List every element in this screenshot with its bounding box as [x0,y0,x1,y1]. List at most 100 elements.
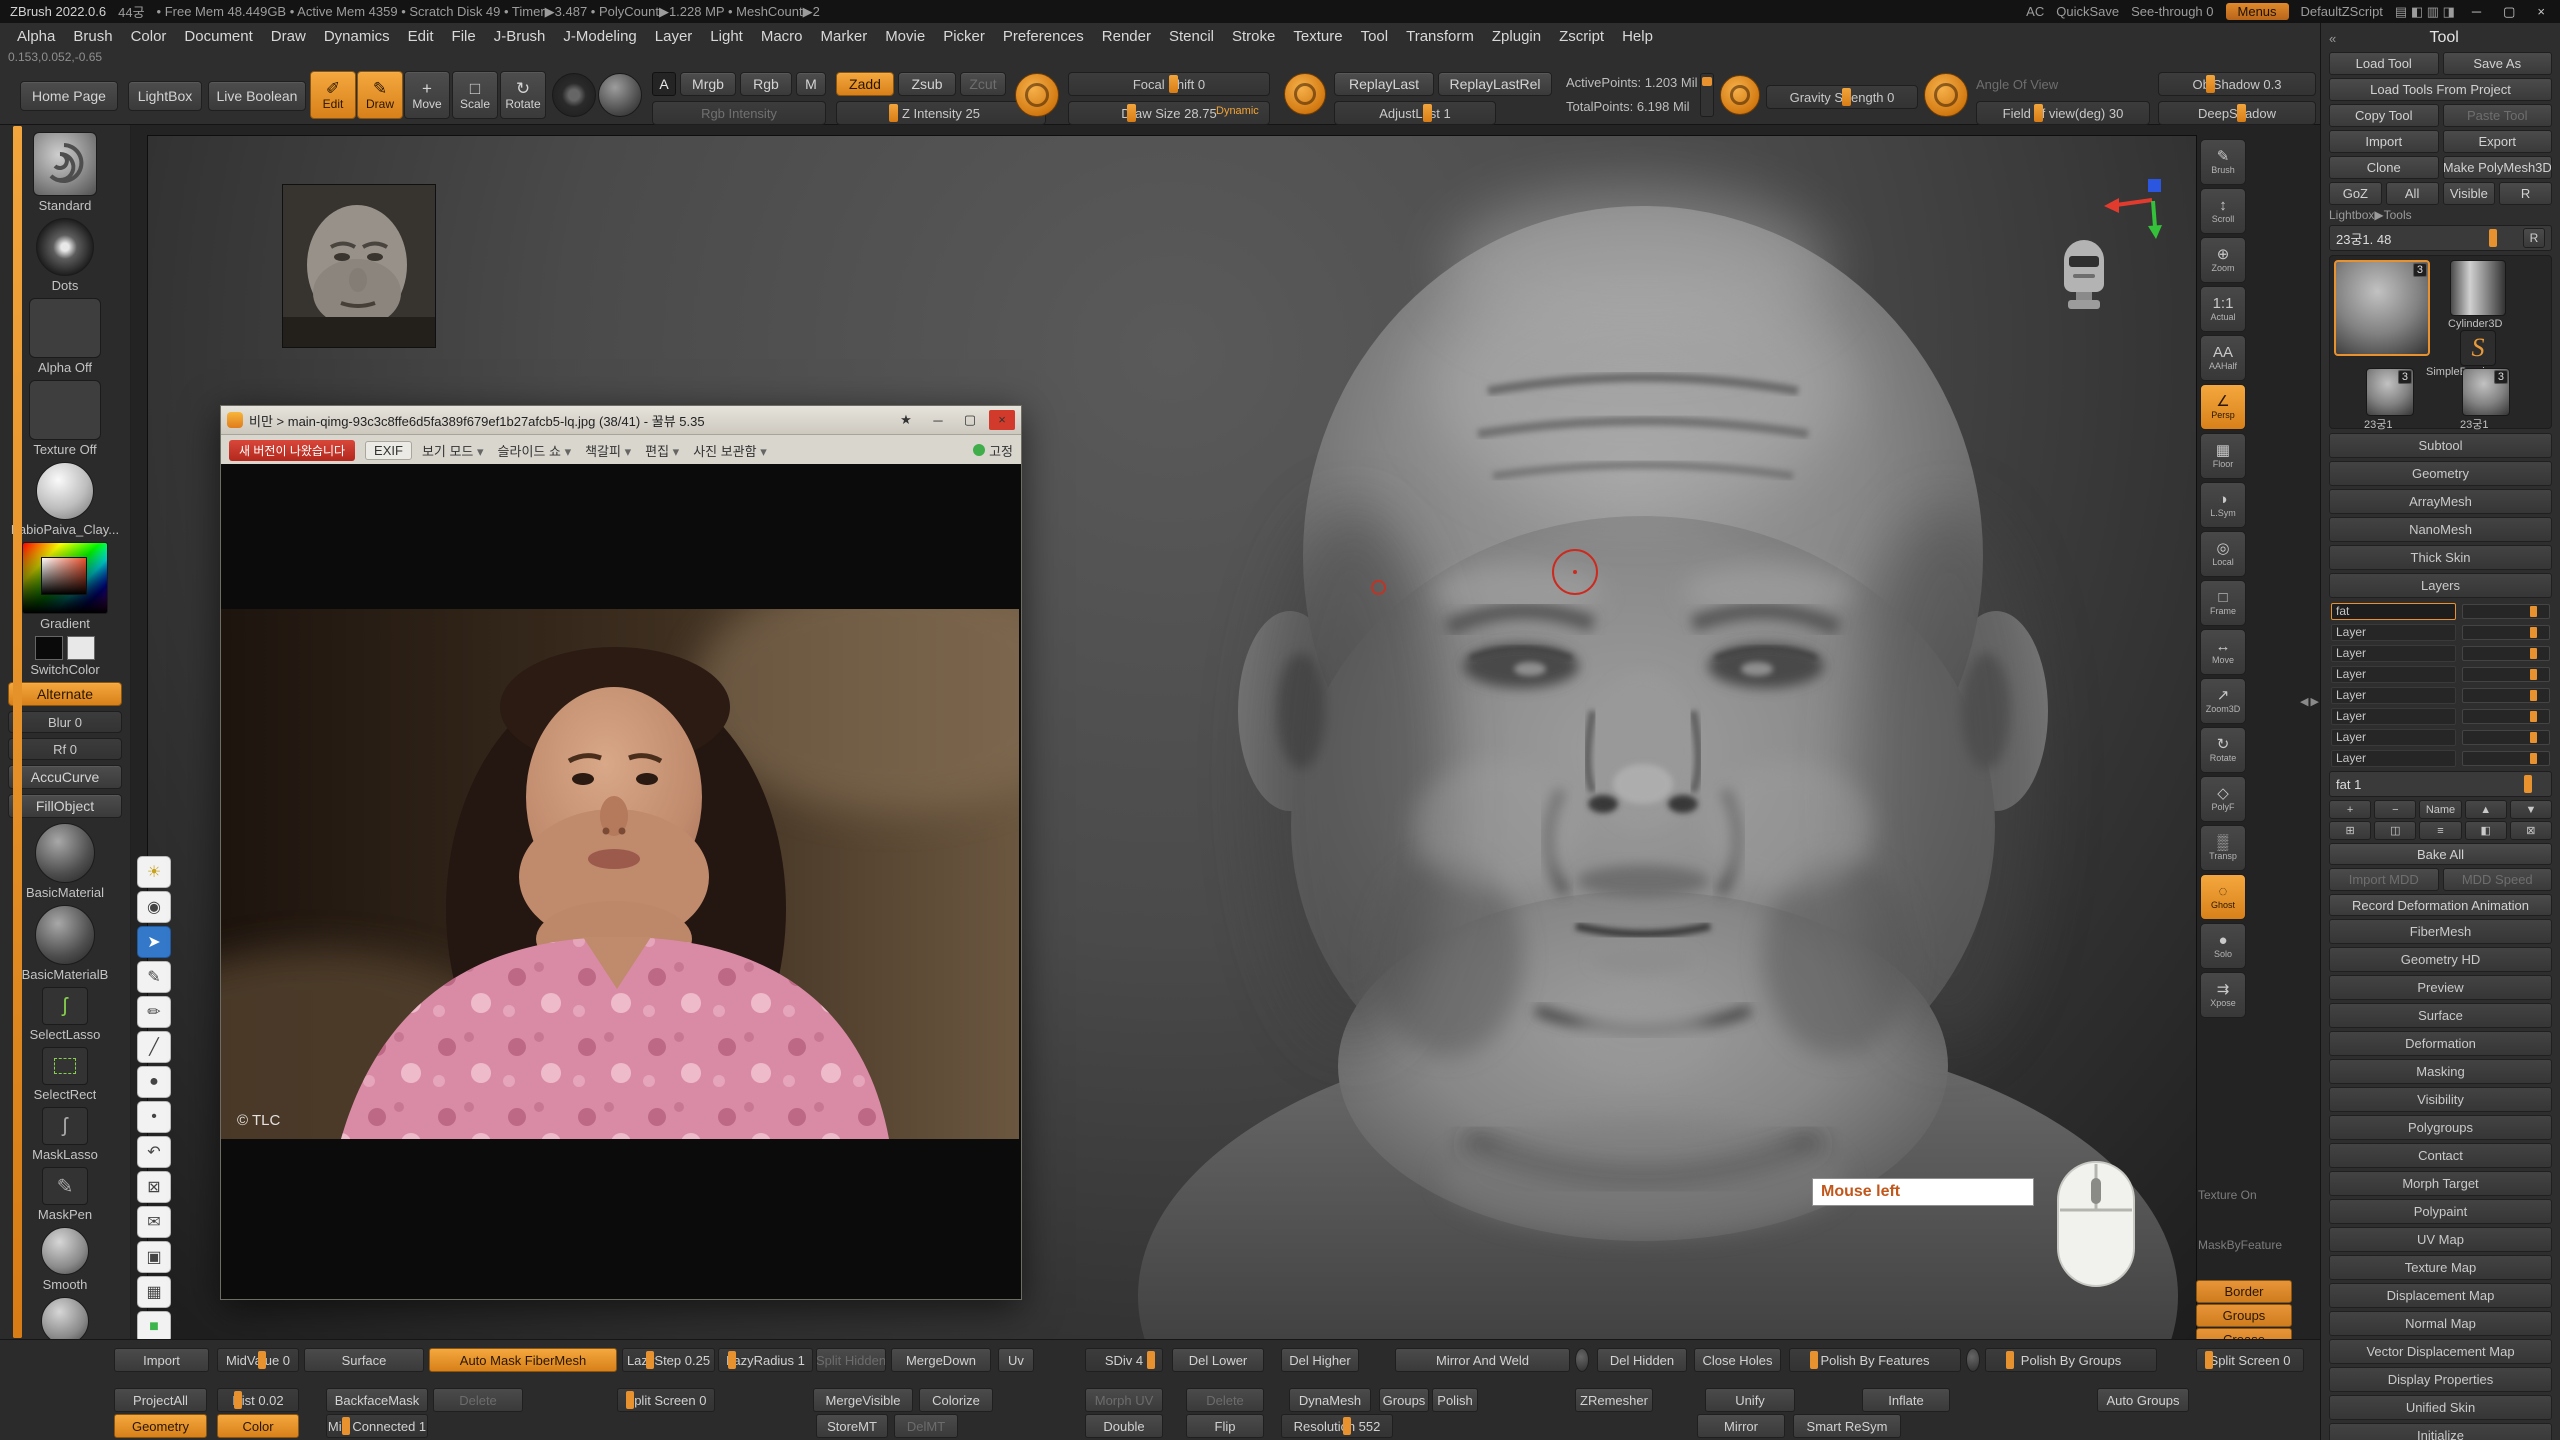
layer-intensity-slider[interactable] [2462,646,2550,661]
section-vector-displacement-map[interactable]: Vector Displacement Map [2329,1339,2552,1364]
polyf-shelf-button[interactable]: ◇PolyF [2200,776,2246,822]
highlighter-icon[interactable]: ✏ [137,996,171,1028]
zoom-shelf-button[interactable]: ⊕Zoom [2200,237,2246,283]
zadd-sculpt-button[interactable]: Zadd [836,72,894,96]
midvalue-0-slider[interactable]: MidValue 0 [217,1348,299,1372]
frame-shelf-button[interactable]: □Frame [2200,580,2246,626]
tool-thumb-cylinder3d[interactable] [2450,260,2506,316]
menu-texture[interactable]: Texture [1284,28,1351,45]
mask-pen-icon[interactable]: ✎ [42,1167,88,1205]
rf-0-slider[interactable]: Rf 0 [8,738,122,760]
default-zscript-button[interactable]: DefaultZScript [2301,4,2383,19]
ghost-shelf-button[interactable]: ◌Ghost [2200,874,2246,920]
menu-transform[interactable]: Transform [1397,28,1483,45]
layer-up-button[interactable]: ▲ [2465,800,2507,819]
adjust-last-slider[interactable]: AdjustLast 1 [1334,101,1496,125]
section-display-properties[interactable]: Display Properties [2329,1367,2552,1392]
menu-stroke[interactable]: Stroke [1223,28,1284,45]
section-unified-skin[interactable]: Unified Skin [2329,1395,2552,1420]
sdiv-4-slider[interactable]: SDiv 4 [1085,1348,1163,1372]
polish-by-features-slider[interactable]: Polish By Features [1789,1348,1961,1372]
maximize-button[interactable]: ▢ [2498,4,2520,20]
section-nanomesh[interactable]: NanoMesh [2329,517,2552,542]
layer-row-6[interactable]: Layer [2329,727,2552,747]
tool-thumb-23궁1[interactable]: 3 [2334,260,2430,356]
basicmaterial-material-thumb[interactable] [35,823,95,883]
menu-j-modeling[interactable]: J-Modeling [554,28,645,45]
brush-cursor[interactable] [1552,549,1598,595]
pen-icon[interactable]: ✎ [137,961,171,993]
delete-layer-button[interactable]: − [2374,800,2416,819]
section-masking[interactable]: Masking [2329,1059,2552,1084]
section-geometry[interactable]: Geometry [2329,461,2552,486]
geometry-button[interactable]: Geometry [114,1414,207,1438]
mergedown-button[interactable]: MergeDown [891,1348,991,1372]
duplicate-layer-button[interactable]: ⊞ [2329,821,2371,840]
section-fibermesh[interactable]: FiberMesh [2329,919,2552,944]
scale-mode-button[interactable]: □Scale [452,71,498,119]
copy-tool-button[interactable]: Copy Tool [2329,104,2439,127]
grid-icon[interactable]: ▦ [137,1276,171,1308]
zremesher-button[interactable]: ZRemesher [1575,1388,1653,1412]
r-button[interactable]: R [2499,182,2552,205]
morph-uv-button[interactable]: Morph UV [1085,1388,1163,1412]
layer-row-2[interactable]: Layer [2329,643,2552,663]
deep-shadow-slider[interactable]: DeepShadow [2158,101,2316,125]
image-viewer-window[interactable]: 비만 > main-qimg-93c3c8ffe6d5fa389f679ef1b… [220,405,1022,1300]
layer-row-5[interactable]: Layer [2329,706,2552,726]
close-button[interactable]: × [2532,4,2550,19]
layer-intensity-slider[interactable] [2462,667,2550,682]
switch-color-swatches[interactable] [35,636,95,660]
layer-row-4[interactable]: Layer [2329,685,2552,705]
resolution-552-slider[interactable]: Resolution 552 [1281,1414,1393,1438]
menu-light[interactable]: Light [701,28,752,45]
menu-zplugin[interactable]: Zplugin [1483,28,1550,45]
viewer-update-button[interactable]: 새 버전이 나왔습니다 [229,440,355,461]
alpha-preview-icon[interactable] [598,73,642,117]
load-tool-button[interactable]: Load Tool [2329,52,2439,75]
alternate-button[interactable]: Alternate [8,682,122,706]
texture-off-thumb[interactable] [29,380,101,440]
backfacemask-button[interactable]: BackfaceMask [326,1388,428,1412]
clear-layer-button[interactable]: ⊠ [2510,821,2552,840]
goz-button[interactable]: GoZ [2329,182,2382,205]
accucurve-button[interactable]: AccuCurve [8,765,122,789]
select-rect-icon[interactable] [42,1047,88,1085]
shape-icon[interactable]: ● [137,1066,171,1098]
points-vslider[interactable] [1700,73,1714,117]
delete-button[interactable]: Delete [433,1388,523,1412]
make-polymesh3d-button[interactable]: Make PolyMesh3D [2443,156,2553,179]
dist-0-02-slider[interactable]: Dist 0.02 [217,1388,299,1412]
cursor-icon[interactable]: ➤ [137,926,171,958]
solo-shelf-button[interactable]: ●Solo [2200,923,2246,969]
layer-intensity-slider[interactable] [2462,604,2550,619]
z-intensity-slider[interactable]: Z Intensity 25 [836,101,1046,125]
focal-shift-slider[interactable]: Focal Shift 0 [1068,72,1270,96]
actual-shelf-button[interactable]: 1:1Actual [2200,286,2246,332]
lazyradius-1-slider[interactable]: LazyRadius 1 [718,1348,813,1372]
merge-layer-button[interactable]: ≡ [2419,821,2461,840]
color-button[interactable]: Color [217,1414,299,1438]
menu-preferences[interactable]: Preferences [994,28,1093,45]
section-surface[interactable]: Surface [2329,1003,2552,1028]
mask-lasso-icon[interactable]: ʃ [42,1107,88,1145]
section-subtool[interactable]: Subtool [2329,433,2552,458]
layer-intensity-slider[interactable] [2462,751,2550,766]
section-normal-map[interactable]: Normal Map [2329,1311,2552,1336]
menu-picker[interactable]: Picker [934,28,994,45]
menu-zscript[interactable]: Zscript [1550,28,1613,45]
layer-down-button[interactable]: ▼ [2510,800,2552,819]
l-sym-shelf-button[interactable]: ◑L.Sym [2200,482,2246,528]
layer-row-7[interactable]: Layer [2329,748,2552,768]
menu-dynamics[interactable]: Dynamics [315,28,399,45]
quicksave-button[interactable]: QuickSave [2056,4,2119,19]
rotate-shelf-button[interactable]: ↻Rotate [2200,727,2246,773]
menu-color[interactable]: Color [122,28,176,45]
viewer-pin-toggle[interactable]: 고정 [973,441,1013,460]
viewer-menu-책갈피[interactable]: 책갈피 [585,441,631,460]
menu-j-brush[interactable]: J-Brush [485,28,555,45]
import-mdd-button[interactable]: Import MDD [2329,868,2439,891]
select-lasso-icon[interactable]: ʃ [42,987,88,1025]
minimize-button[interactable]: ─ [2467,4,2486,19]
split-hidden-button[interactable]: Split Hidden [816,1348,886,1372]
